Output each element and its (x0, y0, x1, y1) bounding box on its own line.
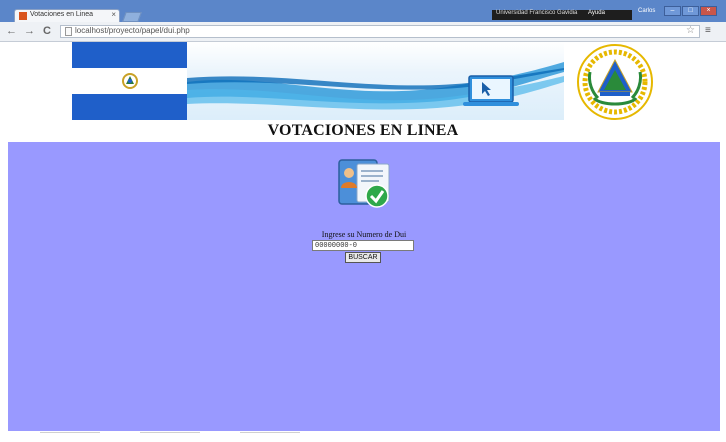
el-salvador-flag (72, 42, 187, 120)
status-strip (0, 431, 726, 442)
forward-icon[interactable]: → (24, 25, 35, 37)
national-seal-icon (577, 44, 653, 120)
user-label[interactable]: Carlos (638, 8, 655, 14)
dui-input[interactable] (312, 240, 414, 251)
voter-id-icon (338, 159, 390, 208)
browser-tab[interactable]: Votaciones en Linea × (14, 9, 120, 22)
system-label: Universidad Francisco Gavidia (496, 10, 578, 16)
help-link[interactable]: Ayuda (588, 10, 605, 16)
url-text[interactable]: localhost/proyecto/papel/dui.php (75, 26, 190, 35)
minimize-button[interactable]: – (664, 6, 681, 16)
browser-titlebar: Votaciones en Linea × Universidad Franci… (0, 0, 726, 22)
favicon-icon (19, 12, 27, 20)
new-tab-button[interactable] (122, 12, 142, 22)
coat-of-arms-small-icon (122, 73, 138, 89)
menu-icon[interactable]: ≡ (705, 25, 711, 36)
banner-wave-image (187, 42, 564, 120)
close-window-button[interactable]: × (700, 6, 717, 16)
close-tab-icon[interactable]: × (111, 10, 116, 19)
banner: VOTACIONES EN LINEA (0, 42, 726, 142)
reload-icon[interactable]: C (43, 25, 51, 37)
dui-label: Ingrese su Numero de Dui (321, 230, 407, 239)
system-strip: Universidad Francisco Gavidia Ayuda (492, 10, 632, 20)
maximize-button[interactable]: □ (682, 6, 699, 16)
page-icon (65, 27, 72, 36)
address-bar[interactable]: localhost/proyecto/papel/dui.php (60, 25, 700, 38)
laptop-icon (463, 75, 519, 106)
bookmark-star-icon[interactable]: ☆ (686, 25, 695, 36)
page-title: VOTACIONES EN LINEA (267, 122, 459, 139)
search-button[interactable]: BUSCAR (345, 252, 381, 263)
back-icon[interactable]: ← (6, 25, 17, 37)
tab-title: Votaciones en Linea (30, 11, 94, 18)
browser-toolbar: ← → C localhost/proyecto/papel/dui.php ☆… (0, 22, 726, 42)
main-content: Ingrese su Numero de Dui BUSCAR (8, 142, 720, 431)
